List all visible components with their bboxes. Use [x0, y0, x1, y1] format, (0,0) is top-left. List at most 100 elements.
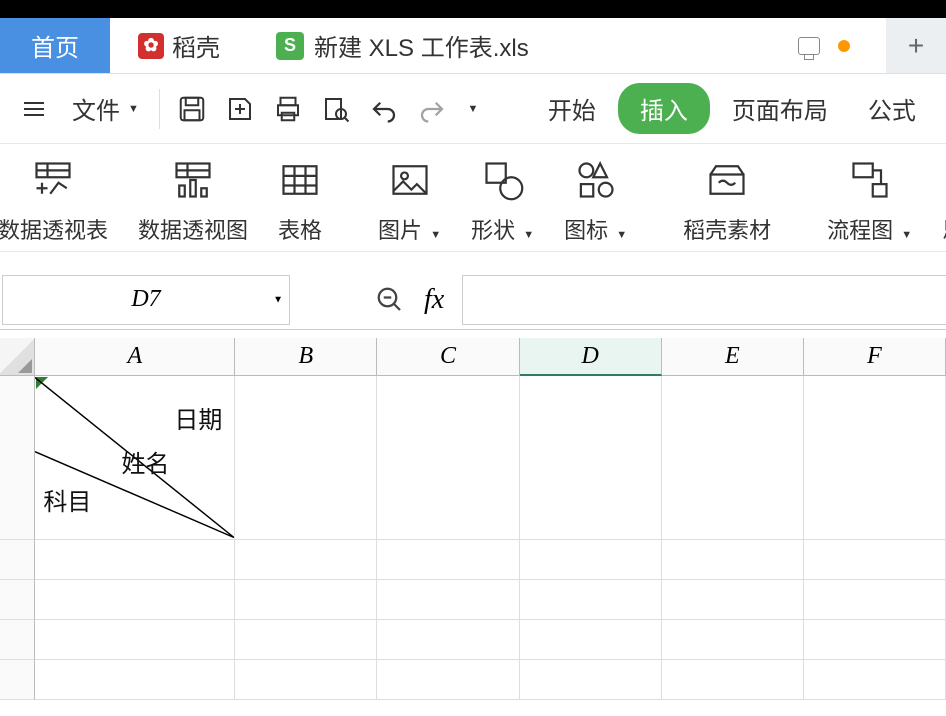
cell[interactable] — [235, 660, 377, 700]
print-preview-button[interactable] — [314, 94, 358, 124]
col-header-A[interactable]: A — [35, 338, 235, 376]
ribbon-label: 思维 — [942, 213, 946, 245]
tab-docer-label: 稻壳 — [172, 28, 220, 63]
col-header-E[interactable]: E — [662, 338, 804, 376]
ribbon-pivot-table[interactable]: 数据透视表 — [0, 158, 110, 245]
cell[interactable] — [804, 620, 946, 660]
cell[interactable] — [520, 540, 662, 580]
cell[interactable] — [520, 620, 662, 660]
cell[interactable] — [804, 540, 946, 580]
menu-formula[interactable]: 公式 — [850, 83, 934, 134]
ribbon-label: 表格 — [278, 213, 322, 245]
menu-insert[interactable]: 插入 — [618, 83, 710, 134]
save-as-button[interactable] — [218, 94, 262, 124]
cell[interactable] — [804, 580, 946, 620]
header-name-label: 姓名 — [121, 444, 169, 479]
table-row — [0, 540, 946, 580]
cell[interactable] — [35, 540, 235, 580]
table-row — [0, 660, 946, 700]
ribbon-picture[interactable]: 图片 ▼ — [376, 158, 443, 245]
name-box[interactable]: D7 ▼ — [2, 275, 290, 325]
cell[interactable] — [35, 620, 235, 660]
tab-file-label: 新建 XLS 工作表.xls — [314, 28, 529, 63]
col-header-F[interactable]: F — [804, 338, 946, 376]
ribbon-label: 数据透视表 — [0, 213, 108, 245]
cell[interactable] — [35, 660, 235, 700]
tab-home[interactable]: 首页 — [0, 18, 110, 73]
cell[interactable] — [520, 376, 662, 540]
row-header-2[interactable] — [0, 540, 35, 580]
ribbon-insert: 数据透视表 数据透视图 表格 图片 ▼ 形状 ▼ 图标 ▼ 稻壳 — [0, 144, 946, 252]
projector-icon[interactable] — [798, 37, 820, 55]
error-indicator-icon — [36, 377, 48, 389]
chevron-down-icon: ▼ — [467, 103, 478, 115]
tab-current-file[interactable]: S 新建 XLS 工作表.xls — [248, 18, 557, 73]
ribbon-flowchart[interactable]: 流程图 ▼ — [825, 158, 914, 245]
pivot-table-icon — [31, 158, 75, 202]
ribbon-mindmap[interactable]: 思维 — [940, 158, 946, 245]
redo-button[interactable] — [410, 94, 454, 124]
zoom-find-button[interactable] — [368, 285, 412, 315]
status-dot-icon[interactable] — [838, 40, 850, 52]
menu-page-layout[interactable]: 页面布局 — [714, 83, 846, 134]
row-header-5[interactable] — [0, 660, 35, 700]
ribbon-label: 形状 ▼ — [471, 213, 534, 245]
separator — [159, 89, 160, 129]
col-header-B[interactable]: B — [235, 338, 377, 376]
cell[interactable] — [520, 660, 662, 700]
docer-icon: ✿ — [138, 33, 164, 59]
cell[interactable] — [662, 660, 804, 700]
row-header-4[interactable] — [0, 620, 35, 660]
cell[interactable] — [662, 540, 804, 580]
new-tab-button[interactable]: + — [886, 18, 946, 73]
menu-start[interactable]: 开始 — [530, 83, 614, 134]
cell-A1[interactable]: 日期 姓名 科目 — [35, 376, 235, 540]
col-header-C[interactable]: C — [377, 338, 519, 376]
select-all-corner[interactable] — [0, 338, 35, 376]
cell[interactable] — [377, 620, 519, 660]
col-header-D[interactable]: D — [520, 338, 662, 376]
flowchart-icon — [848, 158, 892, 202]
cell[interactable] — [235, 540, 377, 580]
cell[interactable] — [662, 376, 804, 540]
cell[interactable] — [235, 620, 377, 660]
cell[interactable] — [235, 580, 377, 620]
formula-input[interactable] — [462, 275, 946, 325]
ribbon-shapes[interactable]: 形状 ▼ — [469, 158, 536, 245]
cell[interactable] — [520, 580, 662, 620]
picture-icon — [388, 158, 432, 202]
ribbon-icons[interactable]: 图标 ▼ — [562, 158, 629, 245]
chevron-down-icon[interactable]: ▼ — [273, 294, 283, 305]
save-button[interactable] — [170, 94, 214, 124]
ribbon-pivot-chart[interactable]: 数据透视图 — [136, 158, 250, 245]
icons-icon — [574, 158, 618, 202]
row-header-1[interactable] — [0, 376, 35, 540]
fx-label[interactable]: fx — [424, 284, 444, 316]
title-bar-top — [0, 0, 946, 18]
shapes-icon — [481, 158, 525, 202]
ribbon-table[interactable]: 表格 — [276, 158, 324, 245]
cell[interactable] — [662, 620, 804, 660]
undo-button[interactable] — [362, 94, 406, 124]
header-date-label: 日期 — [174, 400, 222, 435]
file-menu-button[interactable]: 文件 ▼ — [62, 85, 149, 132]
cell[interactable] — [804, 376, 946, 540]
tab-docer[interactable]: ✿ 稻壳 — [110, 18, 248, 73]
cell[interactable] — [377, 660, 519, 700]
cell[interactable] — [35, 580, 235, 620]
ribbon-docer-material[interactable]: 稻壳素材 — [681, 158, 773, 245]
cell[interactable] — [662, 580, 804, 620]
quick-access-dropdown[interactable]: ▼ — [458, 103, 486, 115]
cell[interactable] — [804, 660, 946, 700]
cell[interactable] — [235, 376, 377, 540]
table-row — [0, 580, 946, 620]
cell[interactable] — [377, 540, 519, 580]
cell[interactable] — [377, 376, 519, 540]
docer-material-icon — [705, 158, 749, 202]
cell[interactable] — [377, 580, 519, 620]
table-icon — [278, 158, 322, 202]
file-menu-label: 文件 — [72, 91, 120, 126]
menu-button[interactable] — [10, 92, 58, 126]
row-header-3[interactable] — [0, 580, 35, 620]
print-button[interactable] — [266, 94, 310, 124]
